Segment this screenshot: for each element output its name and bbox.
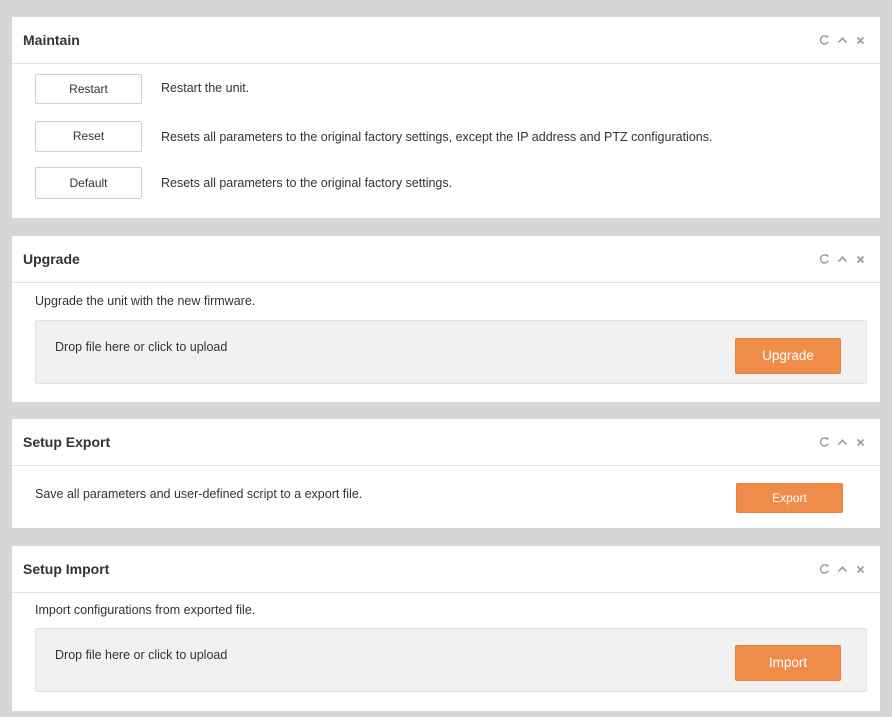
close-icon[interactable] xyxy=(855,253,866,265)
setup-import-panel-header: Setup Import xyxy=(12,546,880,593)
import-button[interactable]: Import xyxy=(735,645,841,681)
maintain-panel-title: Maintain xyxy=(23,32,80,48)
upgrade-panel-title: Upgrade xyxy=(23,251,80,267)
upgrade-panel-tools xyxy=(819,252,866,266)
upgrade-panel: Upgrade Upgrade the unit with the new fi… xyxy=(12,236,880,402)
setup-export-panel: Setup Export Save all parameters and use… xyxy=(12,419,880,528)
refresh-icon[interactable] xyxy=(819,563,830,575)
chevron-up-icon[interactable] xyxy=(837,253,848,265)
export-button[interactable]: Export xyxy=(736,483,843,513)
reset-button[interactable]: Reset xyxy=(35,121,142,152)
setup-export-panel-tools xyxy=(819,435,866,449)
setup-import-description: Import configurations from exported file… xyxy=(35,603,256,617)
chevron-up-icon[interactable] xyxy=(837,436,848,448)
upgrade-description: Upgrade the unit with the new firmware. xyxy=(35,294,256,308)
setup-export-panel-header: Setup Export xyxy=(12,419,880,466)
upgrade-dropzone[interactable]: Drop file here or click to upload Upgrad… xyxy=(35,320,867,384)
setup-export-description: Save all parameters and user-defined scr… xyxy=(35,487,363,501)
import-dropzone-text: Drop file here or click to upload xyxy=(55,648,228,662)
upgrade-panel-header: Upgrade xyxy=(12,236,880,283)
close-icon[interactable] xyxy=(855,34,866,46)
chevron-up-icon[interactable] xyxy=(837,34,848,46)
setup-import-panel-tools xyxy=(819,562,866,576)
default-description: Resets all parameters to the original fa… xyxy=(161,176,453,190)
maintain-panel: Maintain Restart Restart the unit. Reset… xyxy=(12,17,880,218)
close-icon[interactable] xyxy=(855,563,866,575)
import-dropzone[interactable]: Drop file here or click to upload Import xyxy=(35,628,867,692)
upgrade-button[interactable]: Upgrade xyxy=(735,338,841,374)
maintain-panel-tools xyxy=(819,33,866,47)
setup-import-panel-title: Setup Import xyxy=(23,561,110,577)
refresh-icon[interactable] xyxy=(819,34,830,46)
maintain-panel-header: Maintain xyxy=(12,17,880,64)
reset-description: Resets all parameters to the original fa… xyxy=(161,130,713,144)
default-button[interactable]: Default xyxy=(35,167,142,199)
refresh-icon[interactable] xyxy=(819,253,830,265)
close-icon[interactable] xyxy=(855,436,866,448)
upgrade-dropzone-text: Drop file here or click to upload xyxy=(55,340,228,354)
restart-description: Restart the unit. xyxy=(161,81,250,95)
chevron-up-icon[interactable] xyxy=(837,563,848,575)
setup-import-panel: Setup Import Import configurations from … xyxy=(12,546,880,711)
restart-button[interactable]: Restart xyxy=(35,74,142,104)
setup-export-panel-title: Setup Export xyxy=(23,434,111,450)
refresh-icon[interactable] xyxy=(819,436,830,448)
